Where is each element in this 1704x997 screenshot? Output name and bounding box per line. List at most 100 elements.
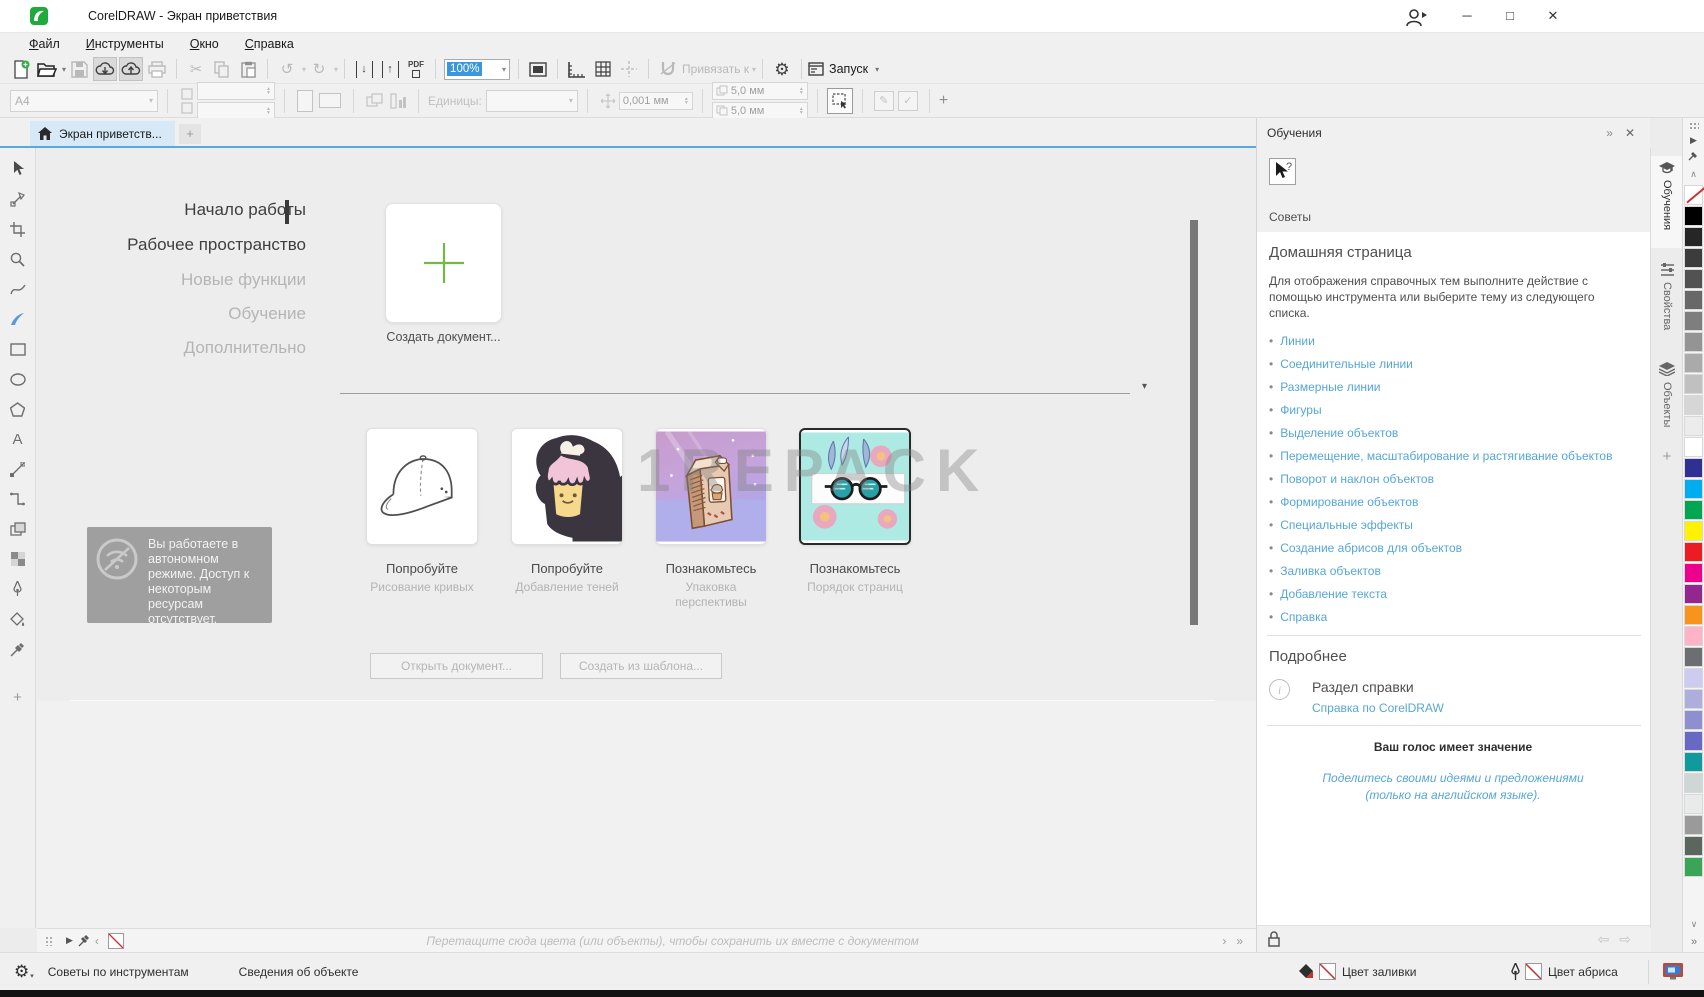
palette-swatch[interactable]	[1684, 395, 1703, 415]
docker-collapse-icon[interactable]: »	[1600, 126, 1619, 140]
palette-swatch[interactable]	[1684, 605, 1703, 625]
share-account-icon[interactable]	[1404, 6, 1430, 28]
palette-swatch[interactable]	[1684, 689, 1703, 709]
polygon-tool-icon[interactable]	[5, 394, 31, 424]
text-tool-icon[interactable]: А	[5, 424, 31, 454]
ellipse-tool-icon[interactable]	[5, 364, 31, 394]
palette-swatch[interactable]	[1684, 815, 1703, 835]
export-icon[interactable]: ↑	[378, 57, 402, 81]
palette-swatch[interactable]	[1684, 542, 1703, 562]
shape-tool-icon[interactable]	[5, 184, 31, 214]
open-document-icon[interactable]	[35, 57, 59, 81]
help-link-row[interactable]: •Фигуры	[1269, 402, 1641, 418]
palette-swatch[interactable]	[1684, 710, 1703, 730]
nav-getting-started[interactable]: Начало работы	[37, 200, 306, 220]
help-link-row[interactable]: •Размерные линии	[1269, 379, 1641, 395]
publish-pdf-icon[interactable]: PDF	[404, 57, 428, 81]
palette-swatch[interactable]	[1684, 458, 1703, 478]
cloud-open-icon[interactable]	[93, 57, 117, 81]
rectangle-tool-icon[interactable]	[5, 334, 31, 364]
collapse-section-icon[interactable]: ▾	[1142, 381, 1147, 392]
zoom-tool-icon[interactable]	[5, 244, 31, 274]
no-color-swatch[interactable]	[108, 933, 124, 949]
palette-expand-icon[interactable]: »	[1683, 936, 1704, 948]
palette-swatch[interactable]	[1684, 290, 1703, 310]
docker-tab-hints[interactable]: Обучения	[1651, 156, 1683, 248]
menu-help[interactable]: Справка	[232, 37, 307, 51]
import-icon[interactable]: ↓	[352, 57, 376, 81]
tool-hints-label[interactable]: Советы по инструментам	[48, 965, 189, 979]
pick-tool-icon[interactable]	[5, 154, 31, 184]
document-palette-eyedropper-icon[interactable]	[78, 934, 90, 947]
palette-eyedropper-icon[interactable]	[1683, 150, 1704, 166]
tile-draw-curves[interactable]	[366, 428, 478, 545]
palette-swatch[interactable]	[1684, 227, 1703, 247]
interactive-fill-tool-icon[interactable]	[5, 604, 31, 634]
nav-new-features[interactable]: Новые функции	[37, 270, 306, 290]
nav-learning[interactable]: Обучение	[37, 304, 306, 324]
palette-grip[interactable]	[1689, 122, 1699, 130]
palette-swatch[interactable]	[1684, 836, 1703, 856]
palette-swatch[interactable]	[1684, 206, 1703, 226]
pin-docker-icon[interactable]	[1267, 931, 1281, 947]
artistic-media-tool-icon[interactable]	[5, 304, 31, 334]
fullscreen-preview-icon[interactable]	[526, 57, 550, 81]
palette-swatch[interactable]	[1684, 311, 1703, 331]
maximize-button[interactable]: □	[1490, 0, 1530, 32]
open-dropdown-icon[interactable]: ▾	[62, 65, 66, 74]
pen-tool-icon[interactable]	[5, 574, 31, 604]
welcome-scrollbar[interactable]	[1190, 220, 1198, 625]
create-document-card[interactable]	[385, 203, 502, 323]
welcome-screen-tab[interactable]: Экран приветств...	[30, 121, 175, 146]
help-link-row[interactable]: •Заливка объектов	[1269, 563, 1641, 579]
palette-swatch[interactable]	[1684, 731, 1703, 751]
palette-swatch[interactable]	[1684, 521, 1703, 541]
launch-dropdown-icon[interactable]: ▾	[875, 65, 879, 74]
feedback-link-line1[interactable]: Поделитесь своими идеями и предложениями	[1322, 771, 1583, 785]
outline-color-swatch[interactable]	[1525, 963, 1542, 980]
crop-tool-icon[interactable]	[5, 214, 31, 244]
palette-swatch[interactable]	[1684, 668, 1703, 688]
nav-more[interactable]: Дополнительно	[37, 338, 306, 358]
docker-tab-properties[interactable]: Свойства	[1651, 256, 1683, 348]
palette-swatch[interactable]	[1684, 416, 1703, 436]
docker-tab-objects[interactable]: Объекты	[1651, 356, 1683, 444]
docker-close-icon[interactable]: ✕	[1619, 126, 1641, 140]
coreldraw-help-link[interactable]: Справка по CorelDRAW	[1312, 701, 1444, 715]
treat-as-filled-button[interactable]	[827, 88, 853, 114]
add-docker-button[interactable]: +	[1651, 448, 1683, 465]
palette-swatch-none[interactable]	[1684, 185, 1703, 205]
dimension-tool-icon[interactable]	[5, 454, 31, 484]
new-document-icon[interactable]	[9, 57, 33, 81]
customize-plus-button[interactable]: +	[939, 92, 948, 110]
menu-file[interactable]: Файл	[16, 37, 73, 51]
palette-swatch[interactable]	[1684, 773, 1703, 793]
help-link-row[interactable]: •Формирование объектов	[1269, 494, 1641, 510]
fill-color-swatch[interactable]	[1319, 963, 1336, 980]
document-palette-flyout-icon[interactable]: ▶	[61, 935, 78, 946]
close-button[interactable]: ✕	[1533, 0, 1573, 32]
help-cursor-icon[interactable]: ?	[1269, 158, 1296, 185]
open-document-button[interactable]: Открыть документ...	[370, 653, 543, 679]
paste-icon[interactable]	[236, 57, 260, 81]
connector-tool-icon[interactable]	[5, 484, 31, 514]
object-info-label[interactable]: Сведения об объекте	[239, 965, 359, 979]
palette-swatch[interactable]	[1684, 269, 1703, 289]
tile-add-shadows[interactable]	[511, 428, 623, 545]
show-grid-icon[interactable]	[591, 57, 615, 81]
palette-swatch[interactable]	[1684, 332, 1703, 352]
palette-swatch[interactable]	[1684, 857, 1703, 877]
palette-swatch[interactable]	[1684, 248, 1703, 268]
transparency-tool-icon[interactable]	[5, 544, 31, 574]
document-palette-expand-icon[interactable]: »	[1231, 934, 1248, 948]
minimize-button[interactable]: ─	[1447, 0, 1487, 32]
palette-swatch[interactable]	[1684, 647, 1703, 667]
palette-swatch[interactable]	[1684, 584, 1703, 604]
help-link-row[interactable]: •Перемещение, масштабирование и растягив…	[1269, 448, 1641, 464]
status-gear-icon[interactable]: ⚙	[14, 962, 29, 982]
document-palette-scroll-left-icon[interactable]: ‹	[90, 934, 104, 948]
document-palette-grip[interactable]	[45, 936, 53, 946]
palette-swatch[interactable]	[1684, 479, 1703, 499]
launch-menu[interactable]: Запуск ▾	[808, 62, 879, 76]
help-link-row[interactable]: •Выделение объектов	[1269, 425, 1641, 441]
